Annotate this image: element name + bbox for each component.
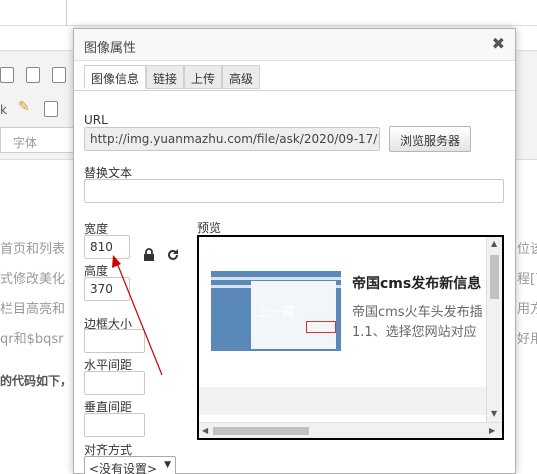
annotation-arrow	[112, 255, 163, 376]
